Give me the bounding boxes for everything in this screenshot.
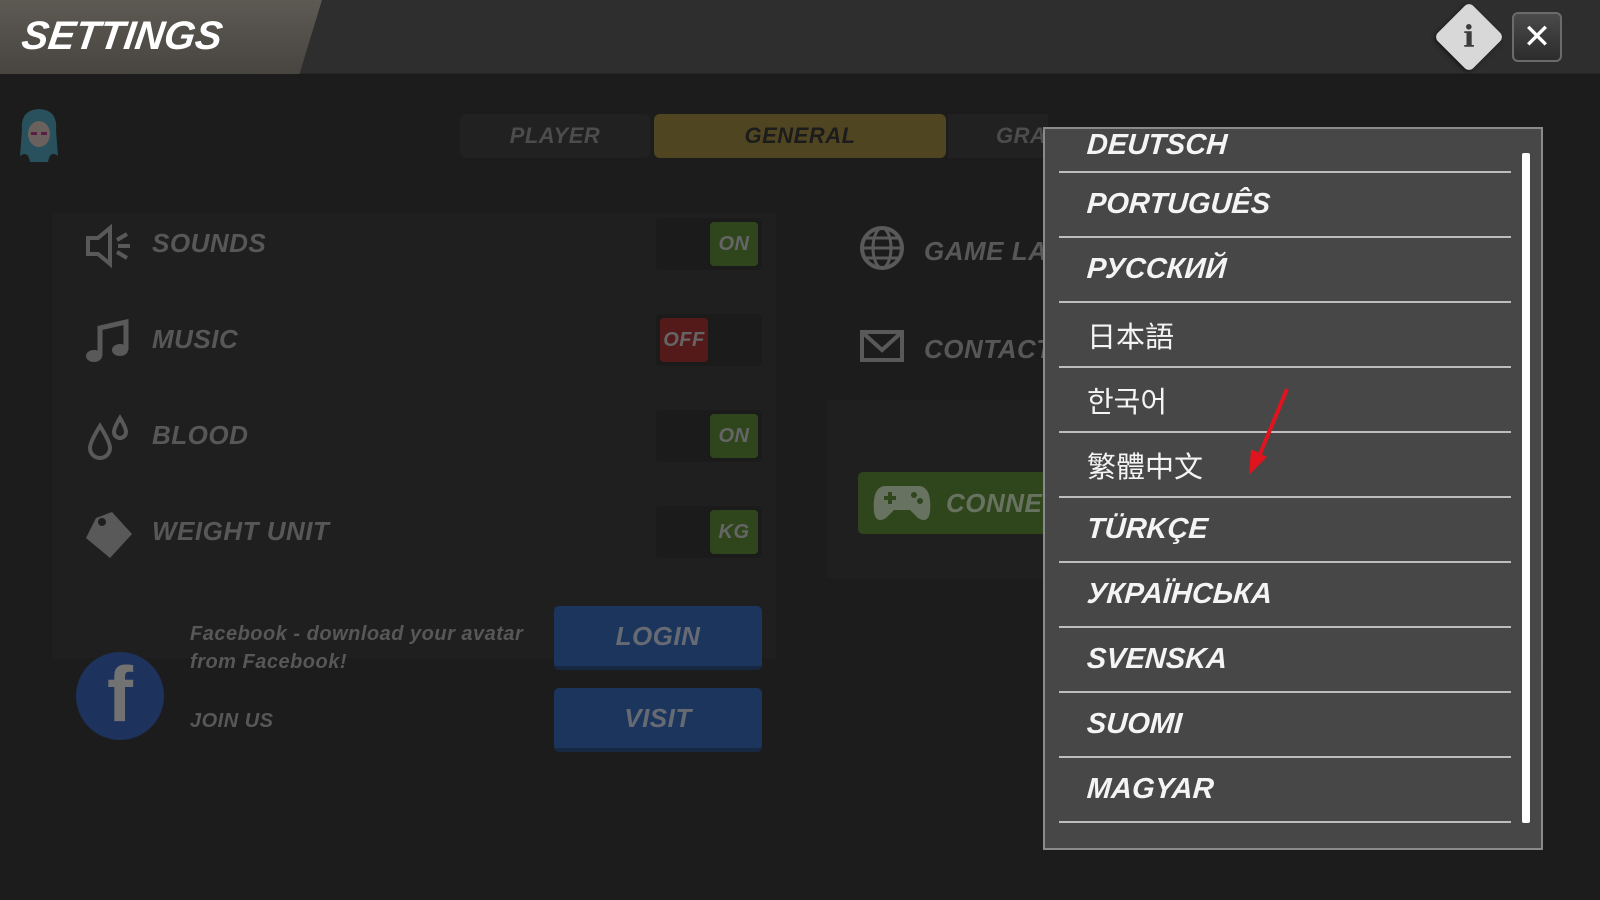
- language-option-label: 繁體中文: [1087, 449, 1204, 484]
- language-option-turkish[interactable]: TÜRKÇE: [1059, 498, 1511, 563]
- setting-row-game-language[interactable]: GAME LANG: [858, 224, 1087, 284]
- tab-general[interactable]: GENERAL: [654, 114, 946, 158]
- language-option-label: УКРАЇНСЬКА: [1085, 578, 1274, 610]
- sounds-toggle[interactable]: ON: [656, 218, 762, 270]
- music-toggle[interactable]: OFF: [656, 314, 762, 366]
- dropdown-scrollbar[interactable]: [1522, 153, 1530, 823]
- blood-drops-icon: [87, 414, 129, 460]
- language-option-deutsch[interactable]: DEUTSCH: [1059, 129, 1511, 173]
- close-button[interactable]: ✕: [1512, 12, 1562, 62]
- weight-unit-toggle[interactable]: KG: [656, 506, 762, 558]
- language-option-portugues[interactable]: PORTUGUÊS: [1059, 173, 1511, 238]
- avatar[interactable]: [16, 106, 62, 166]
- sounds-toggle-value: ON: [710, 222, 758, 266]
- language-option-label: 日本語: [1087, 319, 1175, 354]
- globe-icon: [860, 226, 904, 270]
- join-us-label: JOIN US: [190, 710, 274, 732]
- language-option-ukrainian[interactable]: УКРАЇНСЬКА: [1059, 563, 1511, 628]
- tab-graphics[interactable]: GRAP: [948, 114, 1061, 158]
- setting-row-blood: BLOOD ON: [82, 406, 762, 466]
- language-option-finnish[interactable]: SUOMI: [1059, 693, 1511, 758]
- connect-button[interactable]: CONNECT: [858, 472, 1078, 534]
- speaker-icon: [86, 223, 130, 269]
- gamepad-icon: [873, 486, 931, 520]
- language-option-label: SVENSKA: [1085, 643, 1229, 675]
- language-option-label: SUOMI: [1085, 708, 1184, 740]
- setting-row-contact-us[interactable]: CONTACT U: [858, 322, 1079, 382]
- visit-button[interactable]: VISIT: [554, 688, 762, 752]
- top-bar: SETTINGS i ✕: [0, 0, 1600, 74]
- weight-unit-label: WEIGHT UNIT: [152, 516, 330, 546]
- language-option-japanese[interactable]: 日本語: [1059, 303, 1511, 368]
- music-toggle-value: OFF: [660, 318, 708, 362]
- blood-toggle[interactable]: ON: [656, 410, 762, 462]
- language-option-hungarian[interactable]: MAGYAR: [1059, 758, 1511, 823]
- music-label: MUSIC: [152, 324, 239, 354]
- music-note-icon: [86, 318, 129, 362]
- facebook-logo-icon: f: [76, 652, 164, 740]
- close-icon: ✕: [1522, 18, 1552, 56]
- language-option-label: TÜRKÇE: [1085, 513, 1209, 545]
- setting-row-sounds: SOUNDS ON: [82, 214, 762, 274]
- language-option-russian[interactable]: РУССКИЙ: [1059, 238, 1511, 303]
- language-dropdown[interactable]: DEUTSCH PORTUGUÊS РУССКИЙ 日本語 한국어 繁體中文 T…: [1043, 127, 1543, 850]
- annotation-arrow-icon: [1249, 388, 1289, 475]
- info-button[interactable]: i: [1433, 1, 1505, 73]
- blood-toggle-value: ON: [710, 414, 758, 458]
- language-option-swedish[interactable]: SVENSKA: [1059, 628, 1511, 693]
- setting-row-music: MUSIC OFF: [82, 310, 762, 370]
- page-title: SETTINGS: [18, 14, 226, 58]
- facebook-description: Facebook - download your avatar from Fac…: [190, 623, 524, 673]
- language-option-label: 한국어: [1087, 384, 1168, 419]
- language-option-label: РУССКИЙ: [1085, 253, 1228, 285]
- blood-label: BLOOD: [152, 420, 249, 450]
- weight-icon: [86, 512, 132, 558]
- language-option-label: PORTUGUÊS: [1085, 188, 1272, 220]
- envelope-icon: [860, 330, 904, 362]
- language-option-label: DEUTSCH: [1085, 129, 1229, 161]
- login-button[interactable]: LOGIN: [554, 606, 762, 670]
- info-icon: i: [1463, 19, 1475, 55]
- weight-unit-value: KG: [710, 510, 758, 554]
- sounds-label: SOUNDS: [152, 228, 267, 258]
- tab-player[interactable]: PLAYER: [460, 114, 650, 158]
- language-option-label: MAGYAR: [1085, 773, 1215, 805]
- setting-row-weight-unit: WEIGHT UNIT KG: [82, 502, 762, 562]
